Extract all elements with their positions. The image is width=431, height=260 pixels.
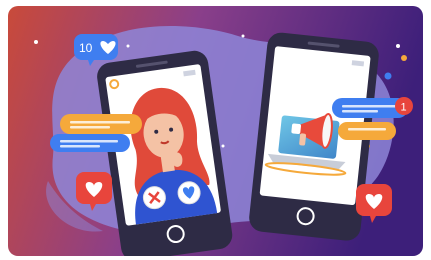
accent-dot-blue (384, 72, 392, 80)
chat-bubble-orange-left (60, 114, 142, 134)
badge-count: 1 (401, 102, 407, 114)
notification-count: 10 (79, 41, 93, 55)
chat-bubble-orange-right (338, 122, 396, 140)
illustration-svg: 10 1 (8, 6, 423, 256)
unread-badge: 1 (395, 97, 413, 115)
social-media-illustration: 10 1 (8, 6, 423, 256)
chat-bubble-blue-left (50, 134, 130, 152)
